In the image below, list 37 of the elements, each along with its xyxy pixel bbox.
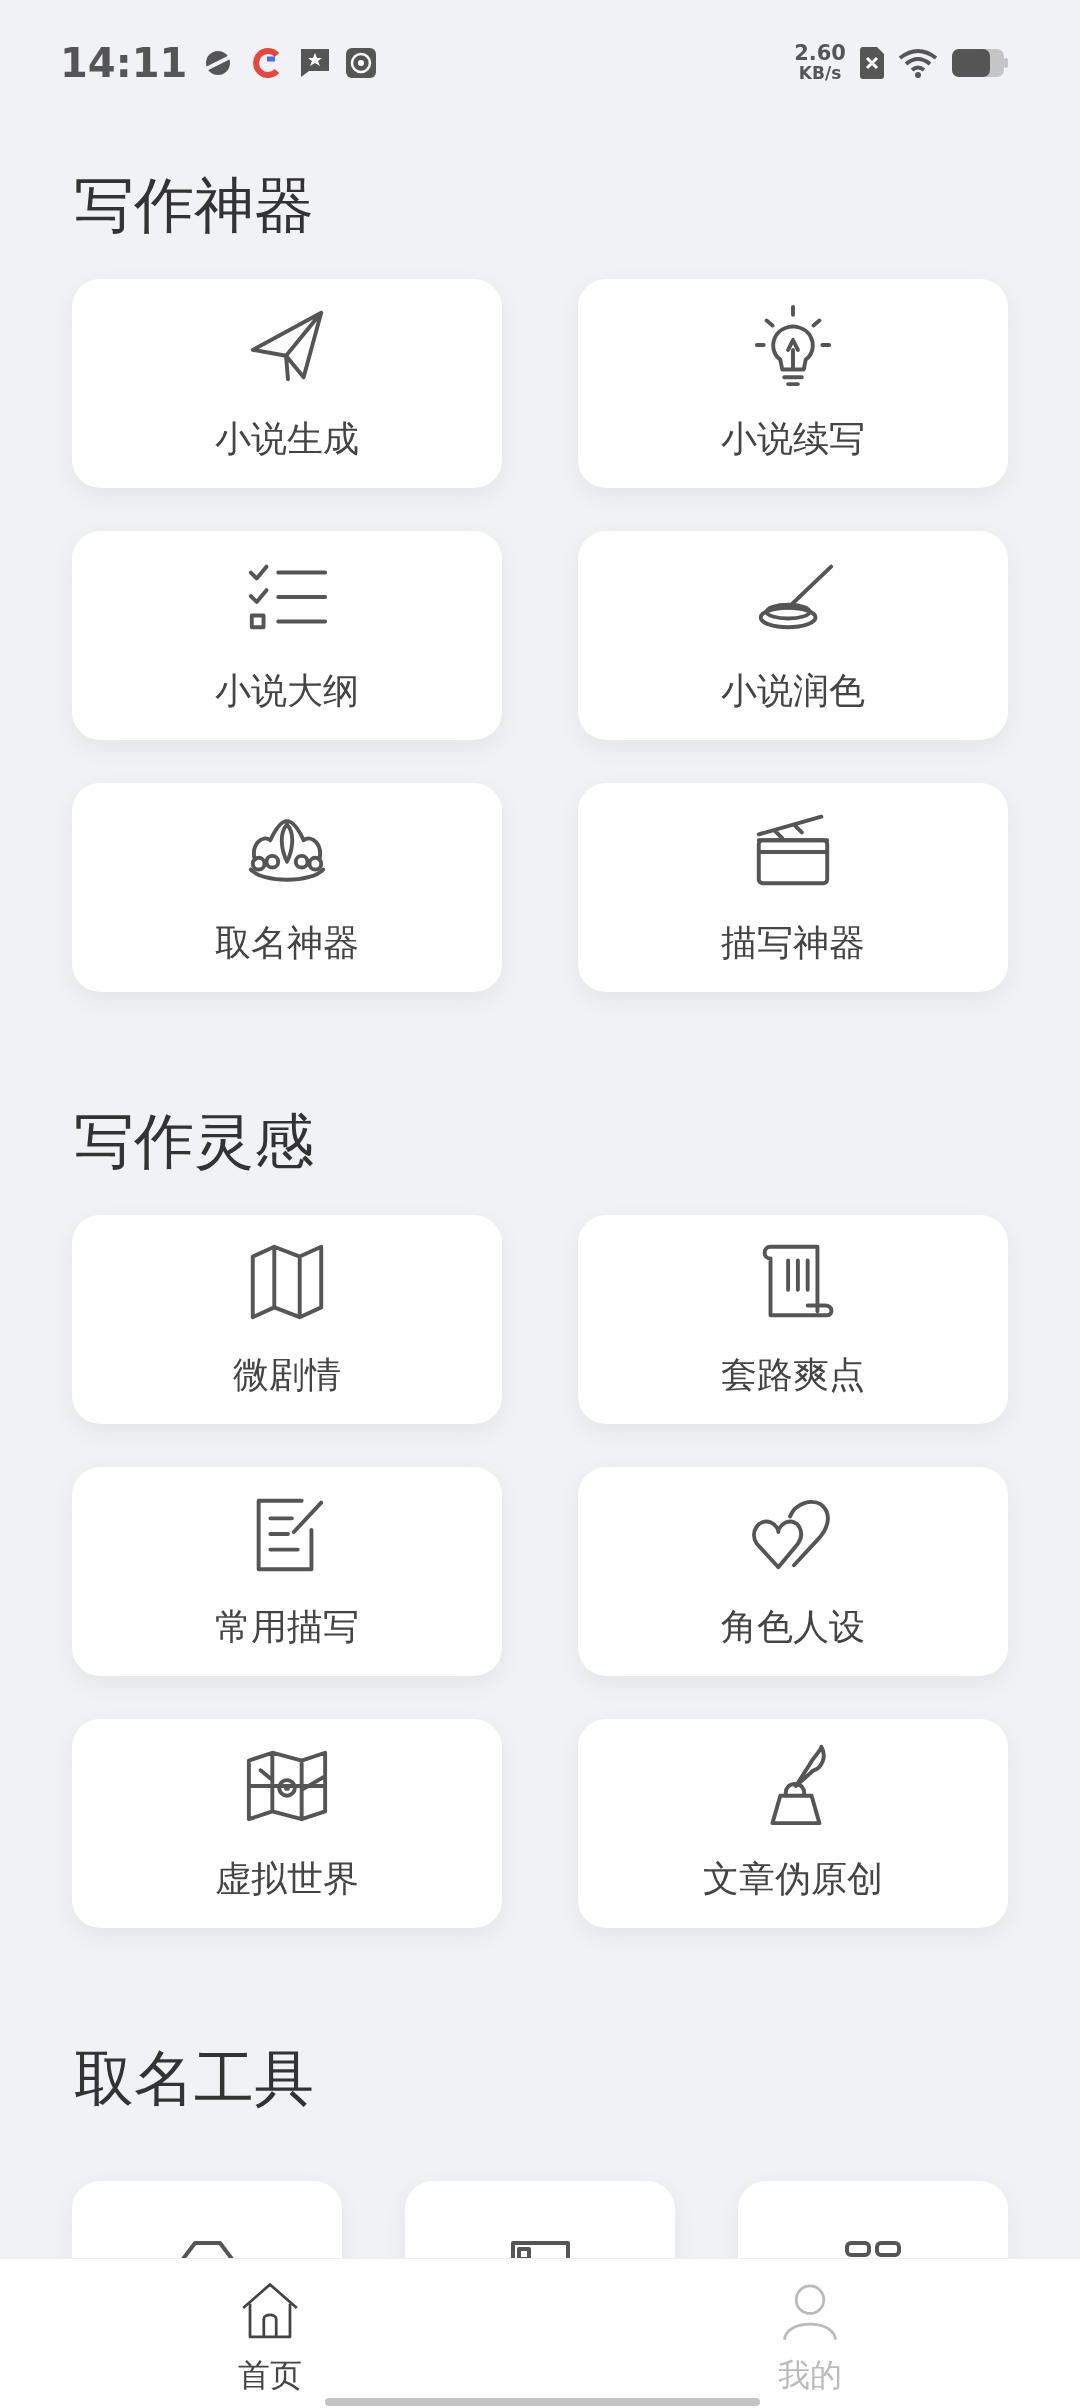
sim-off-icon [860,46,884,79]
section-title: 写作神器 [73,169,315,241]
battery-icon [952,48,1008,77]
card-label: 常用描写 [215,1605,359,1649]
card-label: 小说生成 [215,417,359,461]
card-label: 描写神器 [721,921,865,965]
message-star-icon [299,46,332,79]
nav-tab[interactable]: 首页 [0,2259,540,2408]
card-label: 文章伪原创 [703,1857,883,1901]
feature-card[interactable]: 角色人设 [578,1467,1008,1676]
feature-card[interactable]: 常用描写 [72,1467,502,1676]
feature-card[interactable]: 小说续写 [578,279,1008,488]
feature-card[interactable]: 小说大纲 [72,531,502,740]
net-speed-unit: KB/s [798,62,842,83]
blocks-icon [843,2239,903,2258]
feature-card[interactable]: 微剧情 [72,1215,502,1424]
card-label: 取名神器 [215,921,359,965]
gear-icon [345,46,378,79]
feature-card[interactable]: 套路爽点 [578,1215,1008,1424]
section-title: 取名工具 [73,2042,315,2114]
clock: 14:11 [60,38,188,88]
card-label: 虚拟世界 [215,1857,359,1901]
net-speed: 2.60 [794,42,846,63]
card-label: 小说续写 [721,417,865,461]
feature-card[interactable]: 取名神器 [72,783,502,992]
card-label: 小说大纲 [215,669,359,713]
feature-card[interactable]: 描写神器 [578,783,1008,992]
feature-card[interactable]: 小说润色 [578,531,1008,740]
feature-card[interactable]: 虚拟世界 [72,1719,502,1928]
section-title: 写作灵感 [73,1105,315,1177]
wifi-icon [898,47,938,78]
card-label: 微剧情 [233,1353,341,1397]
card-label: 套路爽点 [721,1353,865,1397]
feature-card[interactable]: 文章伪原创 [578,1719,1008,1928]
card-label: 小说润色 [721,669,865,713]
feature-card[interactable]: 小说生成 [72,279,502,488]
card-label: 角色人设 [721,1605,865,1649]
